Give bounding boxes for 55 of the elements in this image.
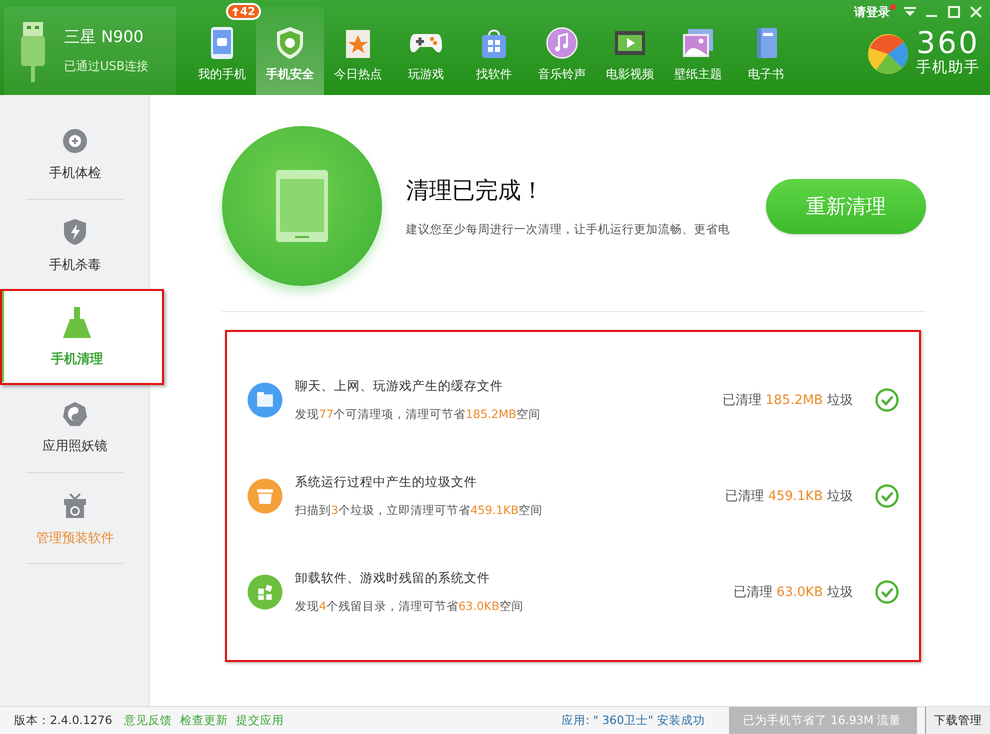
footer-link[interactable]: 检查更新	[180, 713, 228, 728]
device-name: 三星 N900	[64, 27, 145, 48]
version-label: 版本：2.4.0.1276	[14, 713, 112, 728]
cleanup-item-title: 系统运行过程中产生的垃圾文件	[295, 474, 478, 491]
plus-circle-icon	[62, 128, 88, 154]
logo-number: 360	[916, 30, 980, 58]
footer-link[interactable]: 提交应用	[236, 713, 284, 728]
sidebar-item[interactable]: 管理预装软件	[0, 473, 150, 564]
cleanup-item-title: 聊天、上网、玩游戏产生的缓存文件	[295, 378, 504, 395]
usb-plug-icon	[20, 20, 46, 82]
tablet-icon	[276, 170, 328, 242]
logo-subtitle: 手机助手	[916, 58, 980, 77]
cleaned-amount: 已清理 459.1KB 垃圾	[725, 488, 853, 505]
sidebar-item[interactable]: 应用照妖镜	[0, 382, 150, 473]
update-count-badge: 42	[226, 3, 262, 20]
nav-tab[interactable]: 玩游戏	[392, 7, 460, 95]
nav-tab[interactable]: 音乐铃声	[528, 7, 596, 95]
download-manager-button[interactable]: 下载管理	[925, 707, 990, 734]
cleanup-item-detail: 扫描到3个垃圾，立即清理可节省459.1KB空间	[295, 503, 544, 518]
shield-icon	[275, 26, 305, 60]
close-icon[interactable]	[970, 6, 982, 18]
login-link[interactable]: 请登录	[850, 4, 894, 20]
sidebar-item[interactable]: 手机杀毒	[0, 200, 150, 291]
cleaned-amount: 已清理 185.2MB 垃圾	[722, 392, 853, 409]
gift-box-icon	[62, 490, 88, 518]
footer-link[interactable]: 意见反馈	[124, 713, 172, 728]
cleanup-item-detail: 发现4个残留目录，清理可节省63.0KB空间	[295, 599, 524, 614]
cleanup-item-title: 卸载软件、游戏时残留的系统文件	[295, 570, 491, 587]
trash-bin-icon	[247, 478, 283, 514]
yin-yang-icon	[62, 400, 88, 426]
nav-tab[interactable]: 找软件	[460, 7, 528, 95]
picture-icon	[681, 26, 715, 60]
result-title: 清理已完成！	[406, 177, 545, 206]
nav-tab[interactable]: 今日热点	[324, 7, 392, 95]
install-notice: 应用: " 360卫士" 安装成功	[562, 713, 705, 728]
colorful-ball-logo-icon	[866, 32, 910, 76]
shield-bolt-icon	[62, 218, 88, 246]
sidebar-item[interactable]: 手机清理	[0, 291, 150, 382]
cleanup-item-detail: 发现77个可清理项，清理可节省185.2MB空间	[295, 407, 542, 422]
nav-tab[interactable]: 电影视频	[596, 7, 664, 95]
broom-icon	[60, 306, 94, 340]
dropdown-menu-icon[interactable]	[904, 7, 916, 17]
result-hint: 建议您至少每周进行一次清理，让手机运行更加流畅、更省电	[406, 222, 731, 237]
nav-tab[interactable]: 手机安全	[256, 7, 324, 95]
nav-tab[interactable]: 电子书	[732, 7, 800, 95]
nav-tab[interactable]: 壁纸主题	[664, 7, 732, 95]
maximize-icon[interactable]	[948, 6, 960, 18]
music-note-icon	[546, 26, 578, 60]
scattered-blocks-icon	[247, 574, 283, 610]
traffic-saved-label: 已为手机节省了 16.93M 流量	[729, 707, 917, 734]
folder-icon	[247, 382, 283, 418]
clean-again-button[interactable]: 重新清理	[766, 178, 926, 234]
sidebar-item[interactable]: 手机体检	[0, 109, 150, 200]
cleaned-amount: 已清理 63.0KB 垃圾	[733, 584, 853, 601]
connection-status: 已通过USB连接	[64, 58, 149, 75]
